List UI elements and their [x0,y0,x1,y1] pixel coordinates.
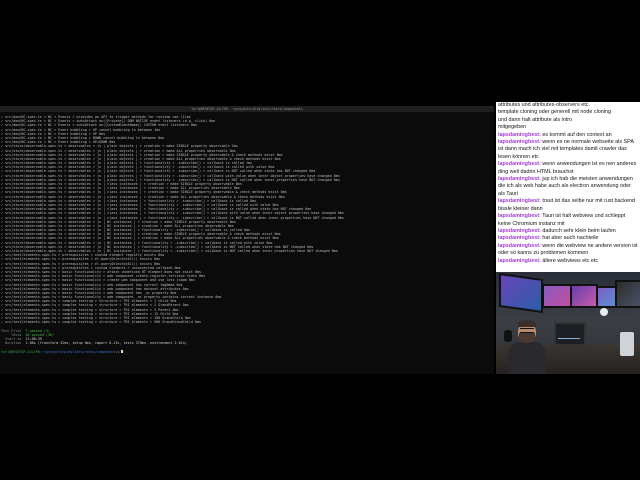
chat-username[interactable]: lapsdamingbest: [498,176,541,182]
chat-text: und dann halt attribute als intro [498,116,573,123]
chat-message: bissle kleiner dann [496,206,640,213]
text-cursor [121,349,124,354]
prompt-user: Yuri@DESKTOP-4JL7ER: [1,349,42,354]
chat-message: mitgegeben [496,124,640,131]
chat-text: es kommt auf den context an [542,131,612,138]
chat-text: attributes und attributes-observers etc. [498,102,590,108]
terminal-output: ✓ src/dom/NC.spec.ts > NC > Events > pro… [0,112,494,354]
chat-message: lapsdamingbest: jup ich hab die meisten … [496,176,640,198]
chat-message: lapsdamingbest: hat aber auch nachteile [496,235,640,242]
monitor [570,284,598,308]
chat-message: lapsdamingbest: Tauri ist halt webview u… [496,213,640,228]
chat-message: lapsdamingbest: dadurch sehr klein beim … [496,228,640,235]
chat-username[interactable]: lapsdamingbest: [498,243,541,249]
prompt-path: ~/projects/playlists/tests/components [41,349,118,354]
chat-message: lapsdamingbest: ältere webviews etc etc [496,258,640,265]
monitor [542,284,572,308]
chat-message: lapsdamingbest: wenn die webview ne ande… [496,243,640,258]
chat-message: lapsdamingbest: es kommt auf den context… [496,132,640,139]
shell-prompt[interactable]: Yuri@DESKTOP-4JL7ER:~/projects/playlists… [1,350,493,354]
chat-message: lapsdamingbest: wenn es ne normale webse… [496,139,640,161]
chat-text: mitgegeben [498,124,527,131]
prompt-symbol: $ [117,349,120,354]
chat-username[interactable]: lapsdamingbest: [498,213,541,219]
terminal-window[interactable]: Yuri@DESKTOP-4JL7ER: ~/projects/playlist… [0,106,494,374]
monitor [615,280,640,308]
chat-message: lapsdamingbest: traut ist das selbe nur … [496,198,640,205]
chat-message: lapsdamingbest: wenn anwendungen ist es … [496,161,640,176]
chat-username[interactable]: lapsdamingbest: [498,139,541,145]
chat-username[interactable]: lapsdamingbest: [498,228,541,234]
webcam-feed [496,272,640,374]
chat-panel: attributes und attributes-observers etc.… [496,102,640,272]
chat-message: template cloning oder generell mit node … [496,109,640,116]
chat-message: attributes und attributes-observers etc. [496,102,640,109]
monitor [499,272,543,314]
microphone-icon [504,330,512,342]
summary-value: 1.08s (transform 52ms, setup 0ms, import… [25,341,187,346]
chat-message: und dann halt attribute als intro [496,117,640,124]
streamer [504,320,550,374]
chat-text: ältere webviews etc etc [542,257,599,264]
chat-username[interactable]: lapsdamingbest: [498,198,541,204]
chat-text: bissle kleiner dann [498,205,543,212]
chat-username[interactable]: lapsdamingbest: [498,235,541,241]
chat-username[interactable]: lapsdamingbest: [498,132,541,138]
chat-username[interactable]: lapsdamingbest: [498,258,541,264]
chat-text: traut ist das selbe nur mit rust backend [542,198,635,205]
summary-key: Duration [1,341,22,346]
chat-text: hat aber auch nachteile [542,235,599,242]
chat-text: dadurch sehr klein beim laufen [542,227,616,234]
chat-username[interactable]: lapsdamingbest: [498,161,541,167]
chat-text: template cloning oder generell mit node … [498,109,611,116]
monitor [554,322,586,346]
